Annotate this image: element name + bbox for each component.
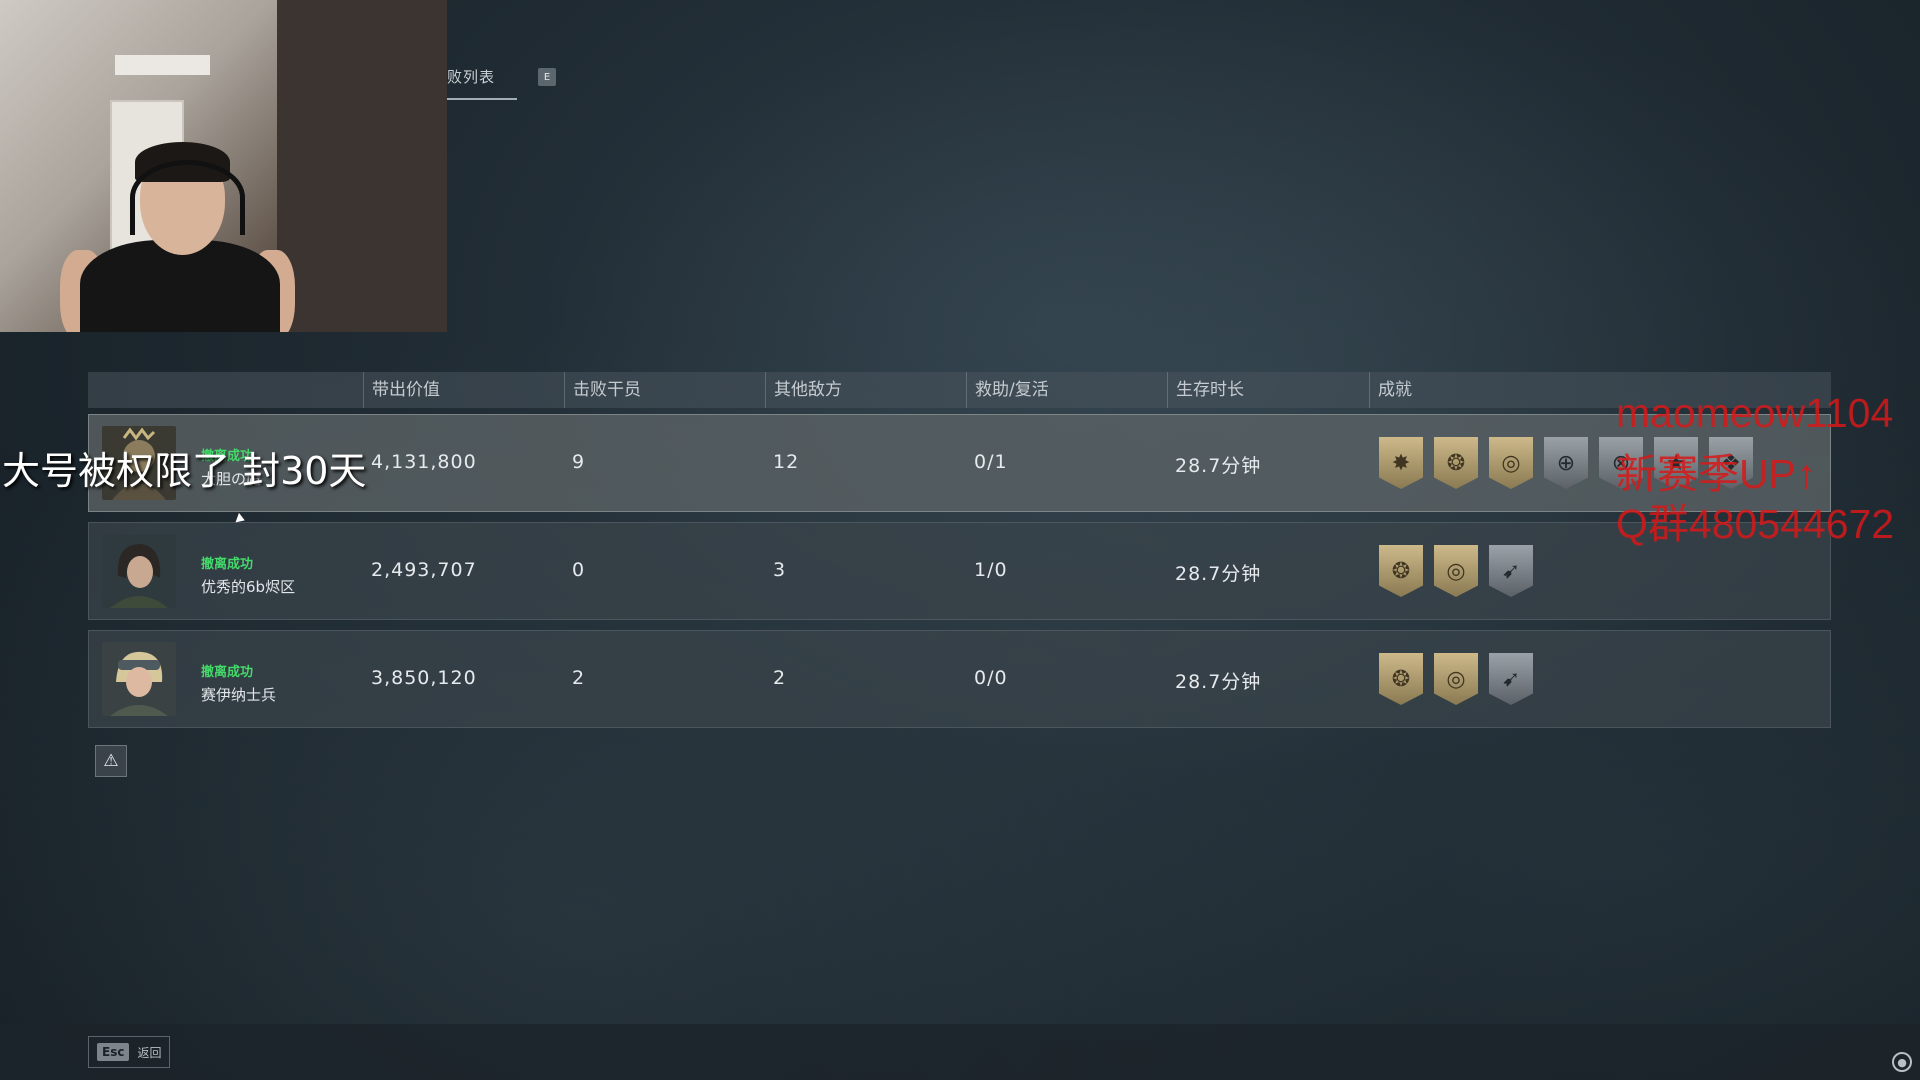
cell-kills: 9 bbox=[572, 451, 586, 473]
warning-icon[interactable]: ⚠ bbox=[95, 745, 127, 777]
cell-kills: 2 bbox=[572, 667, 586, 689]
cell-kills: 0 bbox=[572, 559, 586, 581]
header-achievements: 成就 bbox=[1369, 372, 1412, 408]
promo-channel: maomeow1104 bbox=[1616, 390, 1894, 436]
cell-survival: 28.7分钟 bbox=[1175, 455, 1262, 477]
table-header: 带出价值 击败干员 其他敌方 救助/复活 生存时长 成就 bbox=[88, 372, 1831, 408]
achievement-badge-icon[interactable]: ◎ bbox=[1434, 653, 1478, 705]
bottom-bar bbox=[0, 1024, 1920, 1080]
header-value: 带出价值 bbox=[363, 372, 440, 408]
achievement-badge-icon[interactable]: ❂ bbox=[1434, 437, 1478, 489]
player-name: 赛伊纳士兵 bbox=[201, 686, 277, 704]
achievement-badge-icon[interactable]: ❂ bbox=[1379, 545, 1423, 597]
back-label: 返回 bbox=[137, 1045, 162, 1060]
cell-others: 12 bbox=[773, 451, 800, 473]
cell-others: 3 bbox=[773, 559, 787, 581]
webcam-headset bbox=[130, 160, 245, 235]
achievement-badges: ❂ ◎ ➹ bbox=[1379, 653, 1533, 709]
achievement-badge-icon[interactable]: ➹ bbox=[1489, 653, 1533, 705]
achievement-badges: ❂ ◎ ➹ bbox=[1379, 545, 1533, 601]
cell-survival: 28.7分钟 bbox=[1175, 671, 1262, 693]
achievement-badge-icon[interactable]: ❂ bbox=[1379, 653, 1423, 705]
back-button[interactable]: Esc 返回 bbox=[88, 1036, 170, 1068]
achievement-badge-icon[interactable]: ◎ bbox=[1434, 545, 1478, 597]
settings-icon[interactable]: ● bbox=[1892, 1052, 1912, 1072]
esc-key: Esc bbox=[97, 1043, 130, 1061]
cell-assists: 1/0 bbox=[974, 559, 1008, 581]
cell-assists: 0/0 bbox=[974, 667, 1008, 689]
table-row[interactable]: 撤离成功 优秀的6b烬区 2,493,707 0 3 1/0 28.7分钟 ❂ … bbox=[88, 522, 1831, 620]
cell-assists: 0/1 bbox=[974, 451, 1008, 473]
cell-value: 2,493,707 bbox=[371, 559, 477, 581]
player-avatar bbox=[102, 642, 176, 716]
header-others: 其他敌方 bbox=[765, 372, 842, 408]
cell-survival: 28.7分钟 bbox=[1175, 563, 1262, 585]
player-avatar bbox=[102, 534, 176, 608]
achievement-badge-icon[interactable]: ➹ bbox=[1489, 545, 1533, 597]
header-survival: 生存时长 bbox=[1167, 372, 1244, 408]
header-kills: 击败干员 bbox=[564, 372, 641, 408]
promo-group: Q群480544672 bbox=[1616, 501, 1895, 547]
achievement-badge-icon[interactable]: ⊕ bbox=[1544, 437, 1588, 489]
tab-hotkey: E bbox=[538, 68, 556, 86]
table-row[interactable]: 撤离成功 赛伊纳士兵 3,850,120 2 2 0/0 28.7分钟 ❂ ◎ … bbox=[88, 630, 1831, 728]
streamer-webcam bbox=[0, 0, 447, 332]
achievement-badge-icon[interactable]: ◎ bbox=[1489, 437, 1533, 489]
cell-value: 3,850,120 bbox=[371, 667, 477, 689]
extraction-status: 撤离成功 bbox=[201, 557, 254, 572]
extraction-status: 撤离成功 bbox=[201, 665, 254, 680]
player-name: 优秀的6b烬区 bbox=[201, 578, 296, 596]
webcam-wall bbox=[277, 0, 447, 332]
webcam-air-conditioner bbox=[115, 55, 210, 75]
cell-others: 2 bbox=[773, 667, 787, 689]
cell-value: 4,131,800 bbox=[371, 451, 477, 473]
tab-list-label: 败列表 bbox=[447, 68, 496, 86]
stream-caption: 大号被权限了 封30天 bbox=[2, 449, 367, 493]
achievement-badge-icon[interactable]: ✸ bbox=[1379, 437, 1423, 489]
header-assists: 救助/复活 bbox=[966, 372, 1049, 408]
